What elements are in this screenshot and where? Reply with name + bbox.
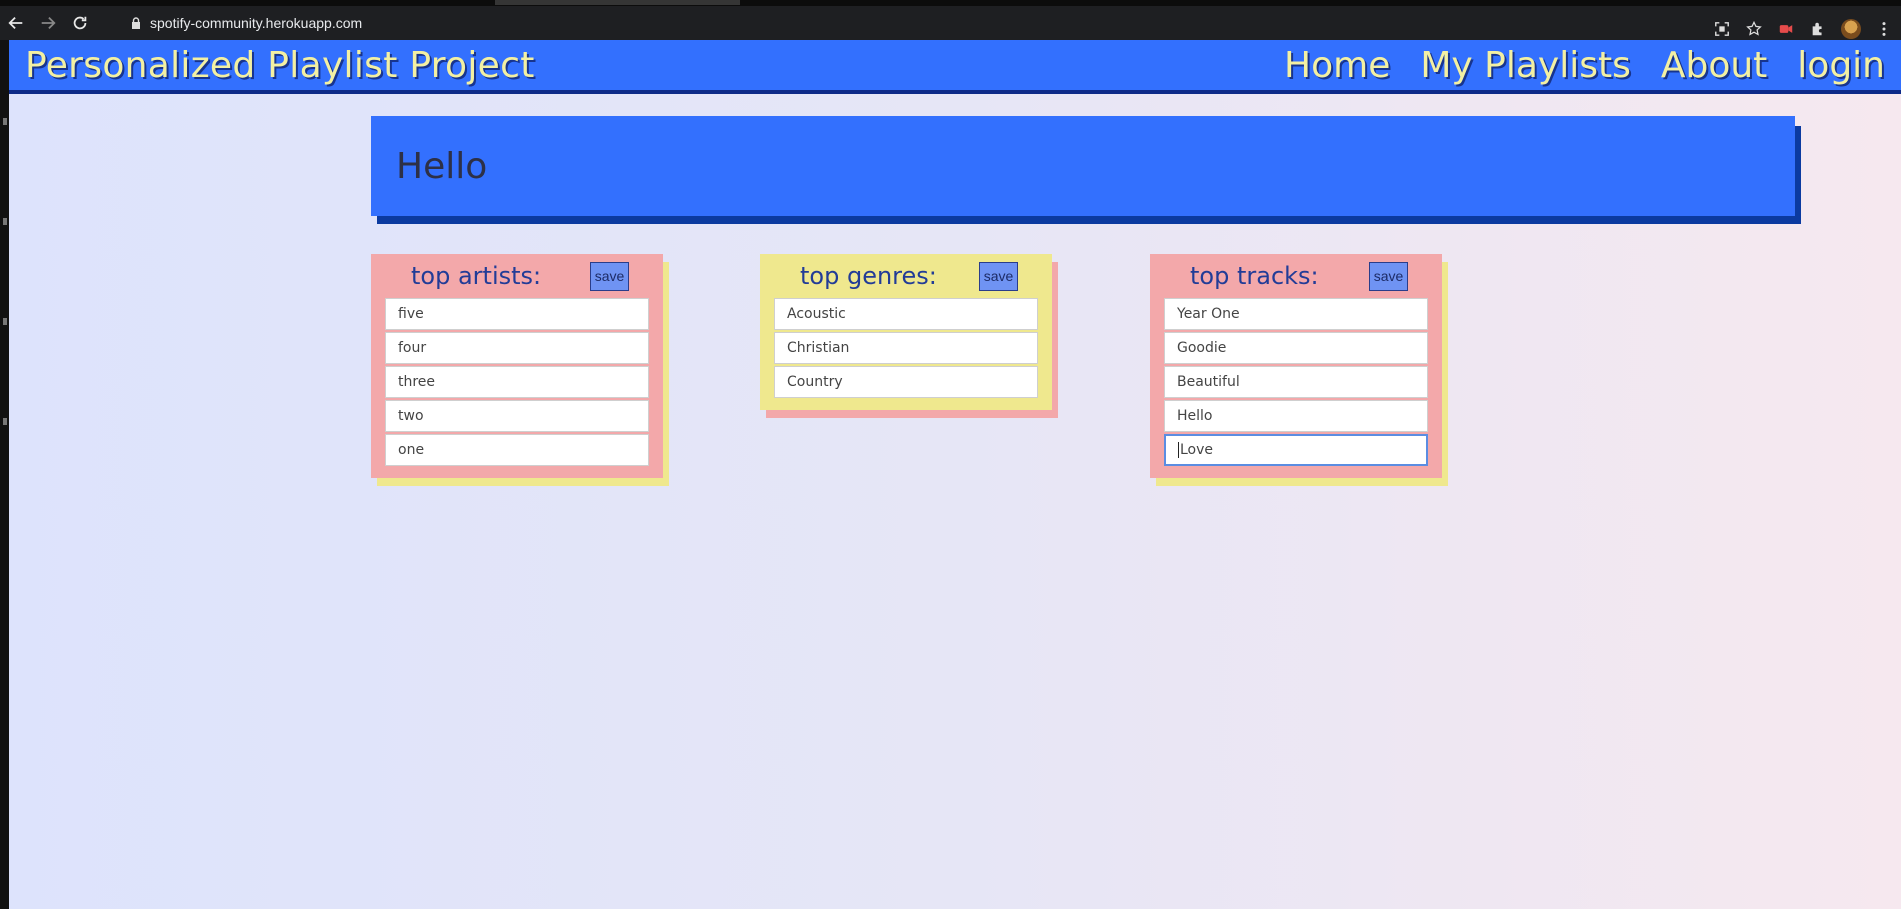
track-item-text: Love <box>1180 442 1214 458</box>
screenshot-icon[interactable] <box>1713 20 1731 38</box>
save-genres-button[interactable]: save <box>979 261 1018 291</box>
track-item[interactable]: Beautiful <box>1164 366 1428 398</box>
card-header: top genres: save <box>774 254 1038 298</box>
kebab-menu-icon[interactable] <box>1875 20 1893 38</box>
top-tracks-panel: top tracks: save Year One Goodie Beautif… <box>1150 254 1442 478</box>
greeting-banner: Hello <box>371 116 1801 224</box>
nav-about-link[interactable]: About <box>1661 45 1767 86</box>
back-icon[interactable] <box>0 6 32 40</box>
address-bar[interactable]: spotify-community.herokuapp.com <box>120 11 1810 35</box>
profile-avatar[interactable] <box>1841 19 1861 39</box>
card-header: top artists: save <box>385 254 649 298</box>
top-genres-panel: top genres: save Acoustic Christian Coun… <box>760 254 1052 410</box>
artist-item[interactable]: four <box>385 332 649 364</box>
lock-icon <box>132 17 140 29</box>
nav-my-playlists-link[interactable]: My Playlists <box>1420 45 1631 86</box>
track-item[interactable]: Hello <box>1164 400 1428 432</box>
genre-item[interactable]: Christian <box>774 332 1038 364</box>
top-navbar: Personalized Playlist Project Home My Pl… <box>9 40 1901 94</box>
edge-mark <box>3 118 7 125</box>
artist-item[interactable]: five <box>385 298 649 330</box>
track-item[interactable]: Year One <box>1164 298 1428 330</box>
track-item-focused[interactable]: Love <box>1164 434 1428 466</box>
edge-mark <box>3 318 7 325</box>
card-title: top artists: <box>411 262 542 290</box>
edge-mark <box>3 418 7 425</box>
top-tracks-card: top tracks: save Year One Goodie Beautif… <box>1150 254 1448 486</box>
card-title: top tracks: <box>1190 262 1319 290</box>
artist-item[interactable]: one <box>385 434 649 466</box>
text-caret <box>1178 442 1179 458</box>
top-genres-card: top genres: save Acoustic Christian Coun… <box>760 254 1058 418</box>
save-artists-button[interactable]: save <box>590 261 629 291</box>
nav-links: Home My Playlists About login <box>1284 45 1885 86</box>
genre-item[interactable]: Country <box>774 366 1038 398</box>
artist-item[interactable]: three <box>385 366 649 398</box>
record-extension-icon[interactable] <box>1777 20 1795 38</box>
genre-item[interactable]: Acoustic <box>774 298 1038 330</box>
puzzle-icon[interactable] <box>1809 20 1827 38</box>
card-header: top tracks: save <box>1164 254 1428 298</box>
star-icon[interactable] <box>1745 20 1763 38</box>
forward-icon[interactable] <box>32 6 64 40</box>
edge-mark <box>3 218 7 225</box>
save-tracks-button[interactable]: save <box>1369 261 1408 291</box>
greeting-title: Hello <box>396 145 488 187</box>
nav-login-link[interactable]: login <box>1797 45 1885 86</box>
browser-toolbar: spotify-community.herokuapp.com <box>0 6 1901 40</box>
top-artists-card: top artists: save five four three two on… <box>371 254 669 486</box>
side-window-edge <box>0 40 9 909</box>
track-item[interactable]: Goodie <box>1164 332 1428 364</box>
top-artists-panel: top artists: save five four three two on… <box>371 254 663 478</box>
artist-item[interactable]: two <box>385 400 649 432</box>
browser-active-tab[interactable] <box>495 0 740 5</box>
site-brand[interactable]: Personalized Playlist Project <box>25 45 535 86</box>
card-title: top genres: <box>800 262 937 290</box>
nav-home-link[interactable]: Home <box>1284 45 1390 86</box>
page: Personalized Playlist Project Home My Pl… <box>9 40 1901 909</box>
greeting-banner-body: Hello <box>371 116 1795 216</box>
reload-icon[interactable] <box>64 6 96 40</box>
url-text: spotify-community.herokuapp.com <box>150 15 363 31</box>
